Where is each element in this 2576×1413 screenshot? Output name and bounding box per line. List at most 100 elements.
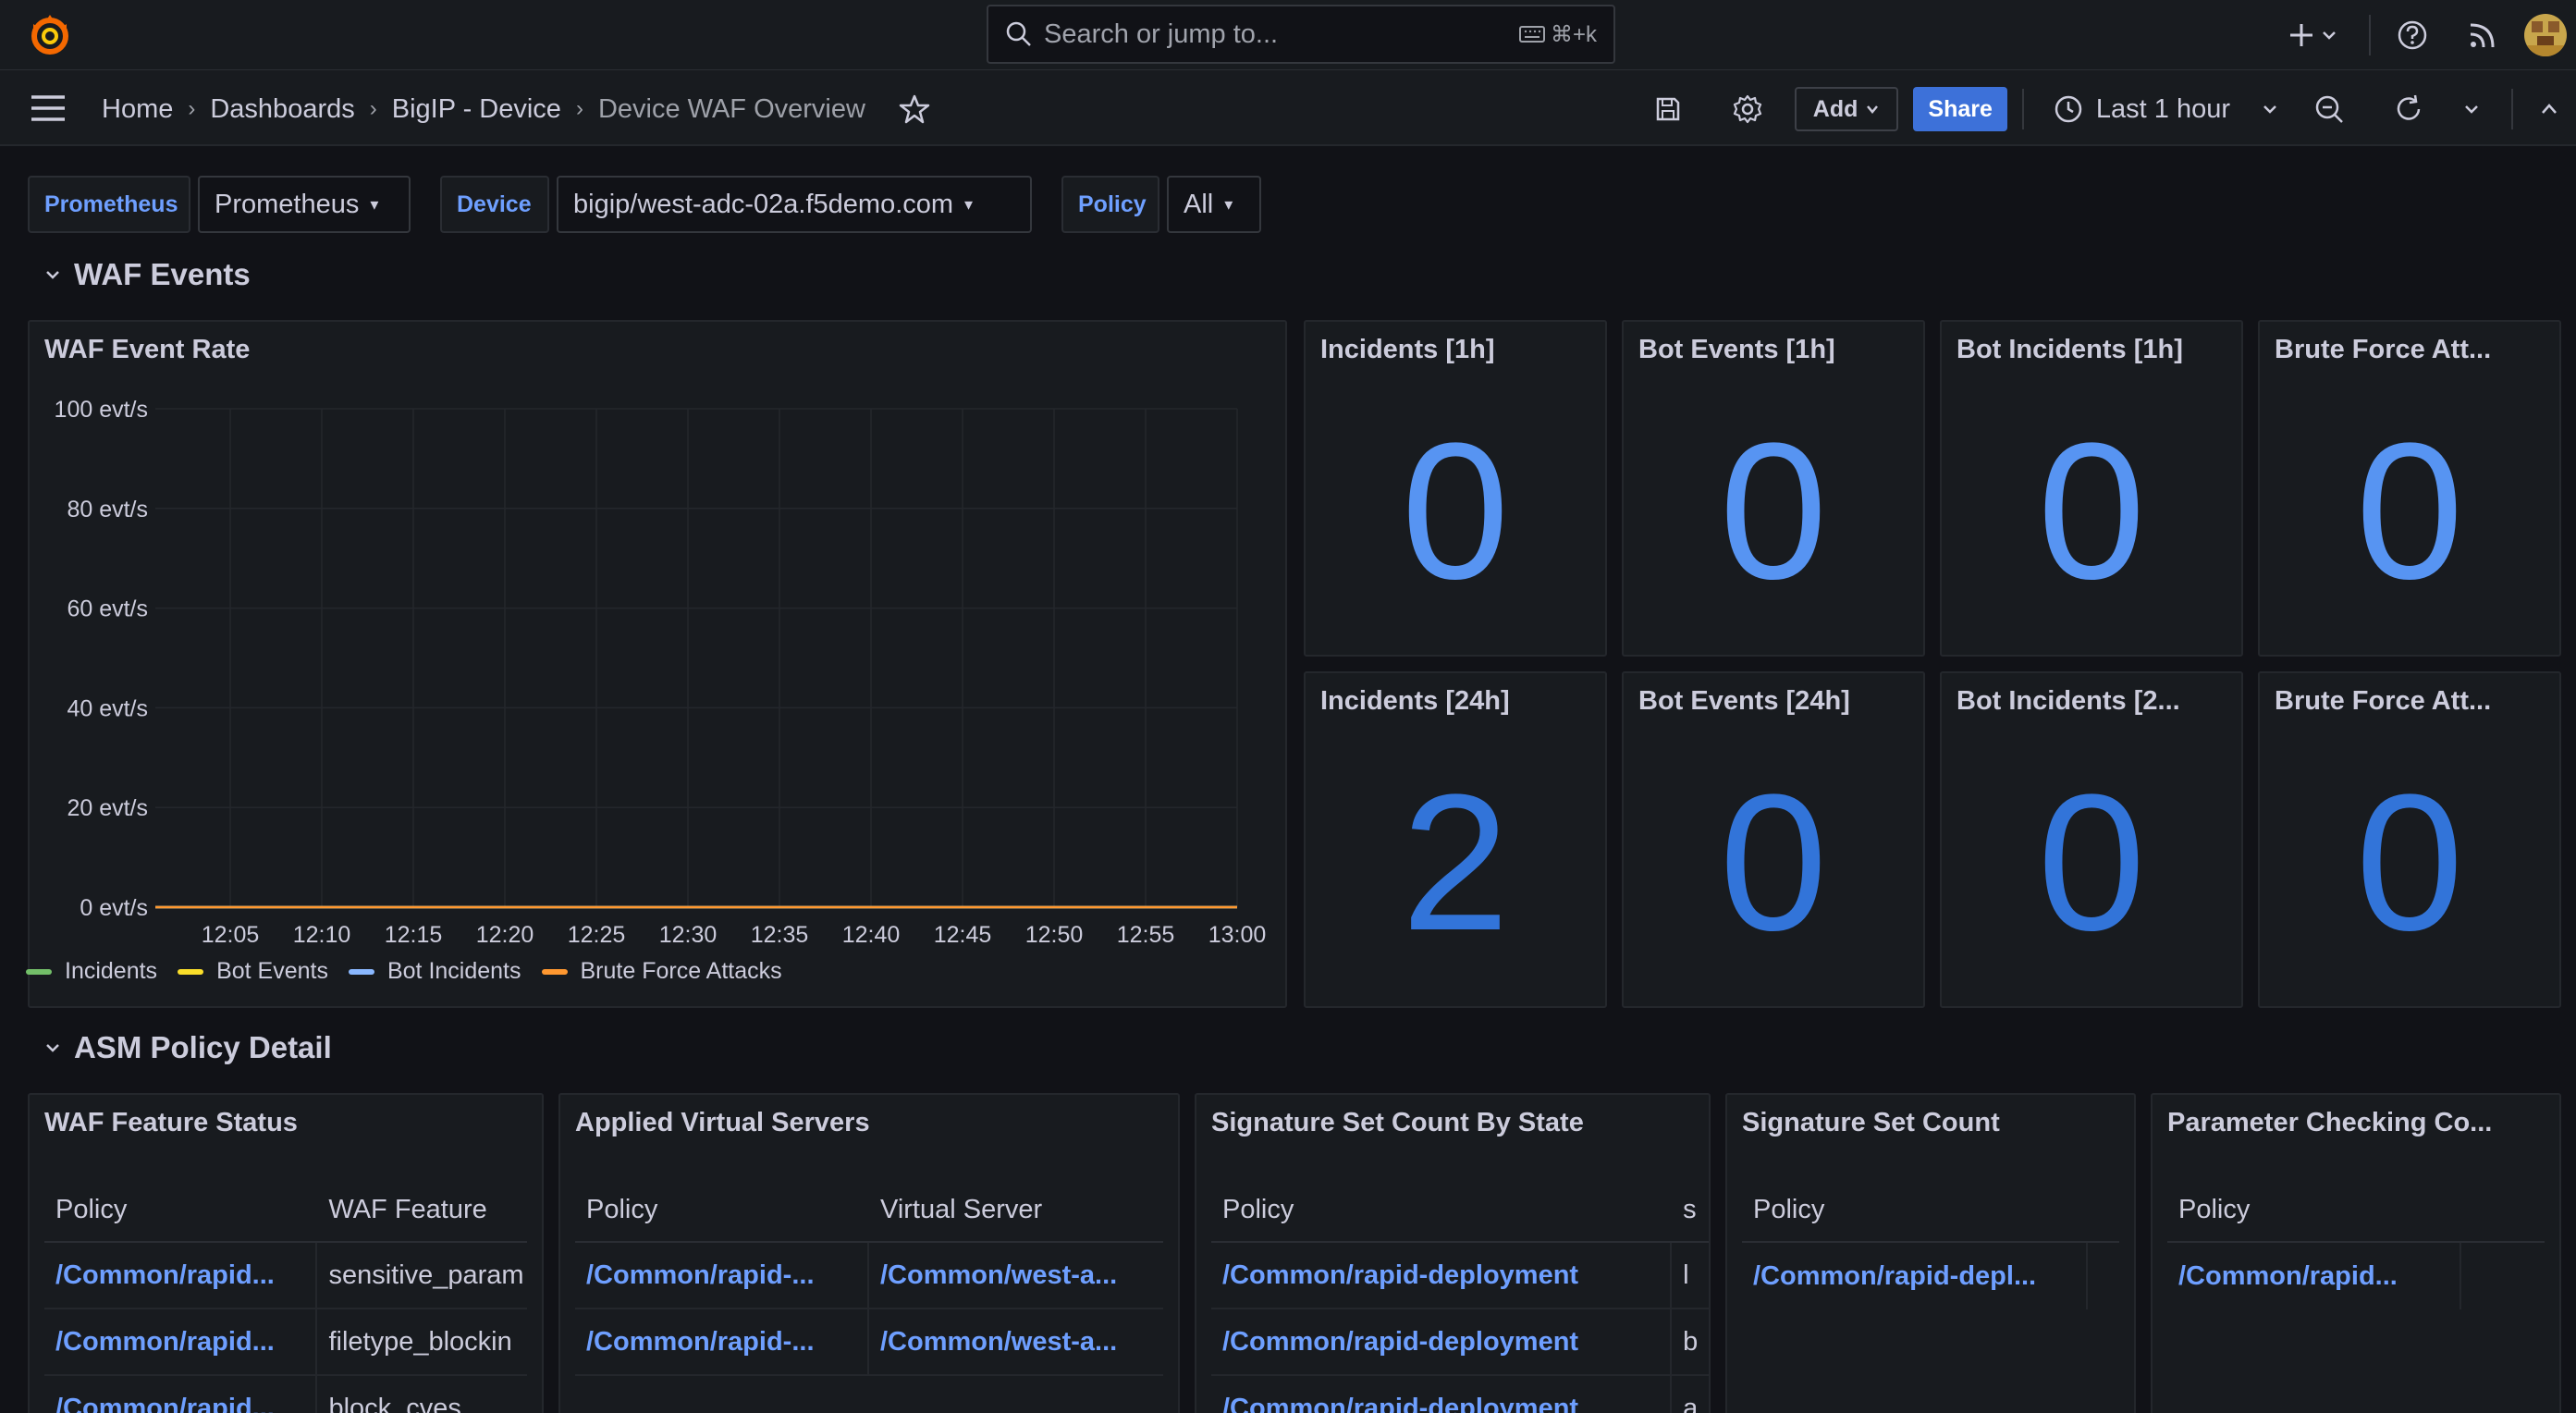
rss-icon (2470, 23, 2495, 48)
share-button-label: Share (1928, 95, 1993, 122)
add-button[interactable]: Add (1794, 87, 1899, 131)
table-row: /Common/rapid-deployment l (1211, 1243, 1709, 1309)
clock-icon (2055, 95, 2082, 123)
panel-title: Signature Set Count (1742, 1108, 2000, 1137)
refresh-icon (2397, 94, 2421, 120)
policy-link[interactable]: /Common/rapid... (44, 1376, 318, 1413)
search-bar[interactable]: Search or jump to... ⌘+k (987, 5, 1615, 64)
row-asm-policy-detail[interactable]: ASM Policy Detail (43, 1030, 332, 1065)
stat-value: 0 (1719, 754, 1828, 971)
policy-link[interactable]: /Common/rapid-... (575, 1309, 869, 1374)
menu-icon[interactable] (30, 92, 67, 124)
refresh-interval-dropdown[interactable] (2456, 93, 2487, 125)
legend-label: Incidents (65, 958, 158, 984)
share-button[interactable]: Share (1913, 87, 2007, 131)
row-waf-events[interactable]: WAF Events (43, 257, 251, 292)
time-range-label: Last 1 hour (2095, 93, 2230, 124)
virtual-server-link[interactable]: /Common/west-a... (869, 1243, 1163, 1308)
breadcrumb-dashboards[interactable]: Dashboards (210, 94, 354, 125)
policy-link[interactable]: /Common/rapid... (44, 1243, 318, 1308)
page-title: Device WAF Overview (597, 93, 865, 124)
policy-link[interactable]: /Common/rapid-... (575, 1243, 869, 1308)
parameter-checking-table: Policy /Common/rapid... (2167, 1178, 2545, 1309)
device-select[interactable]: bigip/west-adc-02a.f5demo.com ▾ (557, 176, 1032, 233)
grafana-logo-icon[interactable] (26, 11, 74, 59)
policy-value: All (1184, 189, 1214, 219)
table-row: /Common/rapid-deployment b (1211, 1309, 1709, 1376)
zoom-out-button[interactable] (2313, 93, 2345, 125)
panel-title: Incidents [1h] (1320, 335, 1495, 364)
dashboard-toolbar: Add Share Last 1 hour (1652, 81, 2576, 137)
stat-value: 0 (1719, 402, 1828, 620)
policy-select[interactable]: All ▾ (1167, 176, 1261, 233)
star-icon[interactable] (899, 93, 930, 125)
stat-value: 0 (2355, 754, 2464, 971)
signature-set-count-by-state-panel: Signature Set Count By State Policy s /C… (1195, 1093, 1711, 1413)
collapse-toolbar-button[interactable] (2533, 93, 2565, 125)
column-header-state[interactable]: s (1672, 1178, 1709, 1241)
chevron-up-icon (2542, 104, 2557, 114)
policy-link[interactable]: /Common/rapid... (44, 1309, 318, 1374)
column-header-policy[interactable]: Policy (575, 1178, 869, 1241)
save-icon (1656, 97, 1680, 121)
table-row: /Common/rapid... (2167, 1243, 2545, 1309)
column-header-policy[interactable]: Policy (2167, 1178, 2545, 1241)
column-header-waf-feature[interactable]: WAF Feature (317, 1178, 527, 1241)
stat-panel: Bot Incidents [1h] 0 (1940, 320, 2243, 657)
waf-feature-cell: block_cves (328, 1393, 461, 1413)
legend-item[interactable]: Incidents (26, 958, 157, 985)
keyboard-shortcut: ⌘+k (1518, 21, 1597, 48)
chevron-right-icon: › (575, 96, 583, 121)
column-header-policy[interactable]: Policy (1211, 1178, 1672, 1241)
policy-link[interactable]: /Common/rapid... (2167, 1243, 2461, 1309)
panel-title: Bot Events [1h] (1638, 335, 1835, 364)
policy-link[interactable]: /Common/rapid-deployment (1211, 1376, 1673, 1413)
policy-link[interactable]: /Common/rapid-depl... (1742, 1243, 2088, 1309)
table-row: /Common/rapid-deployment a (1211, 1376, 1709, 1413)
column-header-policy[interactable]: Policy (1742, 1178, 2119, 1241)
refresh-button[interactable] (2393, 93, 2424, 125)
policy-link[interactable]: /Common/rapid-deployment (1211, 1309, 1673, 1374)
chart-legend: Incidents Bot Events Bot Incidents Brute Fo… (26, 958, 782, 985)
legend-item[interactable]: Bot Events (178, 958, 328, 985)
breadcrumb-folder[interactable]: BigIP - Device (392, 94, 561, 125)
stat-value: 0 (2037, 754, 2146, 971)
time-range-picker[interactable]: Last 1 hour (2054, 94, 2278, 125)
stat-panel: Incidents [24h] 2 (1304, 671, 1607, 1008)
legend-swatch (348, 968, 374, 975)
column-header-policy[interactable]: Policy (44, 1178, 317, 1241)
top-right-actions (2280, 0, 2576, 70)
waf-event-rate-panel: WAF Event Rate (28, 320, 1287, 1008)
add-button-label: Add (1812, 95, 1858, 122)
news-button[interactable] (2467, 19, 2498, 51)
legend-label: Brute Force Attacks (580, 958, 782, 984)
datasource-select[interactable]: Prometheus ▾ (198, 176, 411, 233)
new-menu-button[interactable] (2280, 19, 2345, 51)
chevron-right-icon: › (188, 96, 196, 121)
virtual-server-link[interactable]: /Common/west-a... (869, 1309, 1163, 1374)
table-row: /Common/rapid... sensitive_param (44, 1243, 527, 1309)
stat-value: 0 (1401, 402, 1510, 620)
keyboard-icon (1518, 26, 1545, 43)
save-button[interactable] (1652, 93, 1684, 125)
help-button[interactable] (2397, 19, 2428, 51)
legend-item[interactable]: Brute Force Attacks (541, 958, 782, 985)
applied-virtual-servers-panel: Applied Virtual Servers Policy Virtual S… (558, 1093, 1180, 1413)
policy-link[interactable]: /Common/rapid-deployment (1211, 1243, 1673, 1308)
chevron-right-icon: › (369, 96, 377, 121)
column-header-virtual-server[interactable]: Virtual Server (869, 1178, 1163, 1241)
user-avatar[interactable] (2524, 14, 2567, 56)
policy-variable-label: Policy (1061, 176, 1159, 233)
legend-label: Bot Events (216, 958, 328, 984)
plus-icon (2290, 24, 2312, 46)
stat-panel: Bot Events [1h] 0 (1622, 320, 1925, 657)
table-header: Policy WAF Feature (44, 1178, 527, 1243)
chevron-down-icon (46, 1044, 59, 1052)
signature-state-table: Policy s /Common/rapid-deployment l /Com… (1211, 1178, 1709, 1413)
state-cell: b (1683, 1326, 1699, 1357)
breadcrumb-home[interactable]: Home (102, 94, 173, 125)
legend-item[interactable]: Bot Incidents (348, 958, 521, 985)
table-row: /Common/rapid-... /Common/west-a... (575, 1309, 1163, 1376)
table-header: Policy Virtual Server (575, 1178, 1163, 1243)
settings-button[interactable] (1732, 93, 1763, 125)
